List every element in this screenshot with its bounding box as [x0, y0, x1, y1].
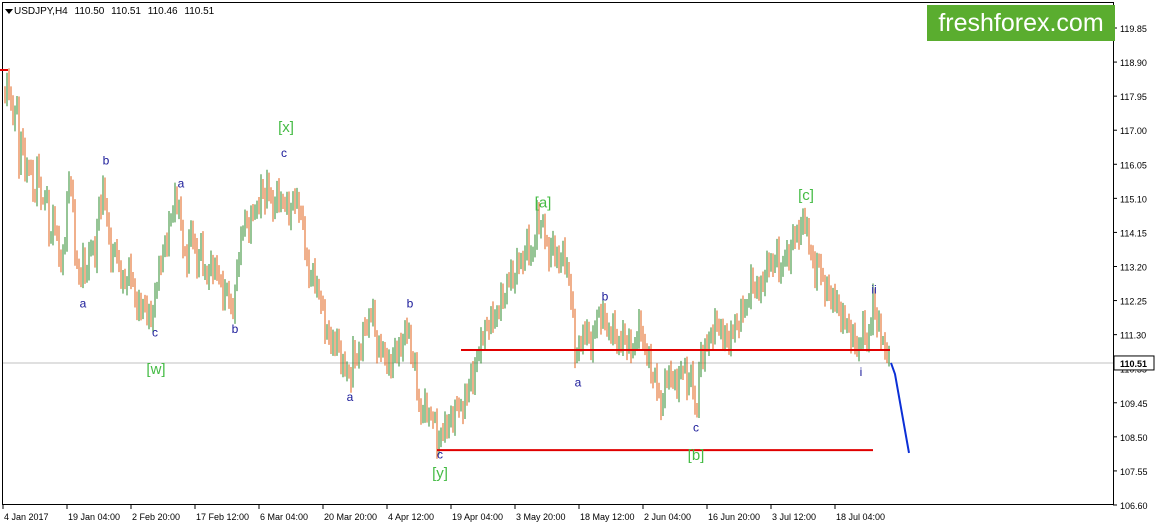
y-tick-label: 112.25: [1120, 297, 1147, 307]
x-tick-label: 18 May 12:00: [580, 512, 635, 522]
symbol-label: USDJPY,H4: [14, 6, 68, 17]
wave-label: c: [152, 325, 158, 339]
x-tick-label: 4 Apr 12:00: [388, 512, 434, 522]
y-tick-label: 106.60: [1120, 501, 1148, 511]
wave-label: ii: [871, 282, 876, 296]
wave-label-major: [w]: [146, 361, 165, 378]
wave-label: a: [178, 177, 185, 191]
x-tick-label: 3 May 20:00: [516, 512, 566, 522]
wave-label: c: [437, 447, 443, 461]
x-tick-label: 19 Jan 04:00: [68, 512, 120, 522]
wave-label: b: [103, 153, 110, 167]
y-tick-label: 116.05: [1120, 160, 1147, 170]
symbol-dropdown-icon[interactable]: [5, 9, 13, 14]
wave-label-major: [x]: [278, 119, 294, 136]
wave-label-major: [c]: [798, 187, 814, 204]
x-tick-label: 2 Feb 20:00: [132, 512, 180, 522]
wave-label: c: [281, 146, 287, 160]
x-tick-label: 19 Apr 04:00: [452, 512, 503, 522]
symbol-info: USDJPY,H4 110.50 110.51 110.46 110.51: [14, 6, 218, 17]
y-tick-label: 111.30: [1120, 331, 1146, 341]
y-tick-label: 109.45: [1120, 399, 1148, 409]
x-tick-label: 2 Jun 04:00: [644, 512, 691, 522]
x-tick-label: 18 Jul 04:00: [836, 512, 885, 522]
wave-label: a: [575, 376, 582, 390]
chart-canvas[interactable]: 119.85 118.90 117.95 117.00 116.05 115.10 114.…: [0, 0, 1155, 527]
y-tick-label: 115.10: [1120, 194, 1147, 204]
low-value: 110.46: [147, 6, 178, 17]
wave-label: b: [602, 290, 609, 304]
y-tick-label: 117.95: [1120, 92, 1147, 102]
wave-label: c: [693, 420, 699, 434]
x-tick-label: 16 Jun 20:00: [708, 512, 760, 522]
high-value: 110.51: [111, 6, 141, 17]
wave-label-major: [a]: [535, 194, 552, 211]
price-chart[interactable]: 119.85 118.90 117.95 117.00 116.05 115.10 114.…: [0, 0, 1155, 527]
wave-label-major: [y]: [432, 465, 448, 482]
wave-label: i: [860, 365, 863, 379]
y-tick-label: 118.90: [1120, 58, 1147, 68]
freshforex-logo[interactable]: freshforex.com: [927, 5, 1115, 41]
close-value: 110.51: [184, 6, 215, 17]
y-tick-label: 119.85: [1120, 24, 1147, 34]
x-tick-label: 17 Feb 12:00: [196, 512, 249, 522]
wave-label: b: [232, 322, 239, 336]
wave-label: b: [407, 297, 414, 311]
y-tick-label: 108.50: [1120, 433, 1148, 443]
wave-label-major: [b]: [688, 447, 705, 464]
forecast-line: [890, 362, 910, 454]
x-tick-label: 4 Jan 2017: [4, 512, 49, 522]
y-tick-label: 113.20: [1120, 262, 1147, 272]
x-tick-label: 20 Mar 20:00: [324, 512, 377, 522]
y-tick-label: 114.15: [1120, 228, 1147, 238]
x-tick-label: 6 Mar 04:00: [260, 512, 308, 522]
wave-label: a: [80, 297, 87, 311]
x-tick-label: 3 Jul 12:00: [772, 512, 816, 522]
current-price-label: 110.51: [1120, 359, 1147, 369]
wave-label: a: [347, 390, 354, 404]
open-value: 110.50: [74, 6, 105, 17]
y-tick-label: 117.00: [1120, 126, 1147, 136]
y-tick-label: 107.55: [1120, 467, 1148, 477]
